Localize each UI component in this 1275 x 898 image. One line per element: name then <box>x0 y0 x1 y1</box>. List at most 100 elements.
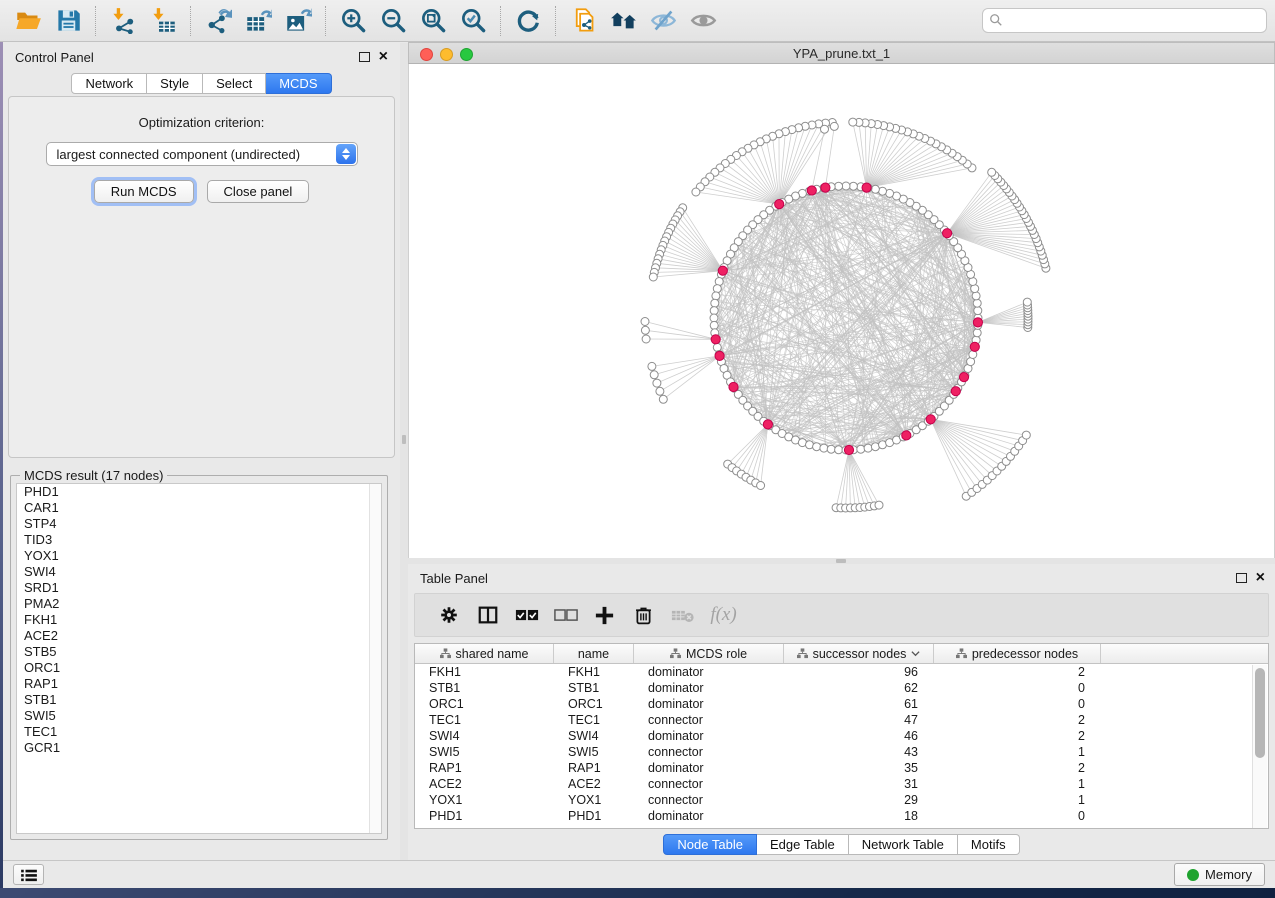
mcds-list-scrollbar[interactable] <box>369 484 381 833</box>
memory-button[interactable]: Memory <box>1174 863 1265 886</box>
table-cell-mcds-role[interactable]: dominator <box>634 760 784 776</box>
column-header-mcds-role[interactable]: MCDS role <box>634 644 784 663</box>
mcds-result-item[interactable]: RAP1 <box>17 676 381 692</box>
table-row[interactable]: STB1STB1dominator620 <box>415 680 1268 696</box>
hide-selected-button[interactable] <box>643 3 683 39</box>
first-neighbors-button[interactable] <box>603 3 643 39</box>
mcds-result-item[interactable]: STB1 <box>17 692 381 708</box>
table-cell-successor-nodes[interactable]: 96 <box>784 664 934 680</box>
mcds-result-item[interactable]: YOX1 <box>17 548 381 564</box>
table-cell-mcds-role[interactable]: dominator <box>634 696 784 712</box>
table-cell-shared-name[interactable]: TEC1 <box>415 712 554 728</box>
table-cell-predecessor-nodes[interactable]: 1 <box>934 744 1101 760</box>
tab-edge-table[interactable]: Edge Table <box>757 834 849 855</box>
graph-node[interactable] <box>973 299 981 307</box>
graph-hub-node[interactable] <box>711 335 720 344</box>
table-cell-mcds-role[interactable]: connector <box>634 776 784 792</box>
graph-node[interactable] <box>711 299 719 307</box>
window-zoom-traffic-light[interactable] <box>460 48 473 61</box>
column-header-successor-nodes[interactable]: successor nodes <box>784 644 934 663</box>
column-header-shared-name[interactable]: shared name <box>415 644 554 663</box>
zoom-in-button[interactable] <box>333 3 373 39</box>
table-row[interactable]: PHD1PHD1dominator180 <box>415 808 1268 824</box>
graph-node[interactable] <box>820 444 828 452</box>
table-cell-name[interactable]: ORC1 <box>554 696 634 712</box>
graph-leaf-node[interactable] <box>692 188 700 196</box>
graph-node[interactable] <box>864 444 872 452</box>
mcds-result-item[interactable]: TEC1 <box>17 724 381 740</box>
graph-node[interactable] <box>712 292 720 300</box>
table-cell-predecessor-nodes[interactable]: 1 <box>934 792 1101 808</box>
table-cell-mcds-role[interactable]: dominator <box>634 680 784 696</box>
graph-hub-node[interactable] <box>763 420 772 429</box>
run-mcds-button[interactable]: Run MCDS <box>94 180 194 203</box>
graph-leaf-node[interactable] <box>650 371 658 379</box>
graph-node[interactable] <box>974 307 982 315</box>
copy-network-button[interactable] <box>563 3 603 39</box>
graph-leaf-node[interactable] <box>830 122 838 130</box>
table-cell-shared-name[interactable]: STB1 <box>415 680 554 696</box>
table-cell-shared-name[interactable]: ACE2 <box>415 776 554 792</box>
open-file-button[interactable] <box>8 3 48 39</box>
zoom-selected-button[interactable] <box>453 3 493 39</box>
mcds-result-item[interactable]: STP4 <box>17 516 381 532</box>
tab-network-table[interactable]: Network Table <box>849 834 958 855</box>
table-cell-successor-nodes[interactable]: 31 <box>784 776 934 792</box>
network-window-titlebar[interactable]: YPA_prune.txt_1 <box>408 42 1275 64</box>
float-panel-icon[interactable] <box>1236 573 1247 583</box>
mcds-result-list[interactable]: PHD1CAR1STP4TID3YOX1SWI4SRD1PMA2FKH1ACE2… <box>16 483 382 834</box>
export-image-button[interactable] <box>278 3 318 39</box>
mcds-result-item[interactable]: PMA2 <box>17 596 381 612</box>
table-cell-shared-name[interactable]: SWI5 <box>415 744 554 760</box>
graph-hub-node[interactable] <box>718 266 727 275</box>
table-scrollbar-thumb[interactable] <box>1255 668 1265 758</box>
refresh-button[interactable] <box>508 3 548 39</box>
table-cell-predecessor-nodes[interactable]: 2 <box>934 728 1101 744</box>
task-history-button[interactable] <box>13 864 44 885</box>
graph-hub-node[interactable] <box>729 382 738 391</box>
table-cell-successor-nodes[interactable]: 35 <box>784 760 934 776</box>
graph-leaf-node[interactable] <box>642 335 650 343</box>
graph-node[interactable] <box>713 285 721 293</box>
table-cell-predecessor-nodes[interactable]: 0 <box>934 680 1101 696</box>
table-cell-predecessor-nodes[interactable]: 0 <box>934 696 1101 712</box>
graph-node[interactable] <box>710 321 718 329</box>
show-all-button[interactable] <box>683 3 723 39</box>
window-minimize-traffic-light[interactable] <box>440 48 453 61</box>
mcds-result-item[interactable]: ORC1 <box>17 660 381 676</box>
mcds-result-item[interactable]: ACE2 <box>17 628 381 644</box>
graph-leaf-node[interactable] <box>988 168 996 176</box>
table-cell-mcds-role[interactable]: dominator <box>634 664 784 680</box>
table-row[interactable]: YOX1YOX1connector291 <box>415 792 1268 808</box>
mcds-result-item[interactable]: CAR1 <box>17 500 381 516</box>
graph-leaf-node[interactable] <box>649 273 657 281</box>
mcds-result-item[interactable]: STB5 <box>17 644 381 660</box>
table-cell-name[interactable]: STB1 <box>554 680 634 696</box>
table-row[interactable]: ORC1ORC1dominator610 <box>415 696 1268 712</box>
graph-leaf-node[interactable] <box>659 395 667 403</box>
graph-hub-node[interactable] <box>715 351 724 360</box>
table-cell-name[interactable]: FKH1 <box>554 664 634 680</box>
close-panel-icon[interactable]: × <box>1256 573 1265 583</box>
graph-node[interactable] <box>871 185 879 193</box>
table-cell-mcds-role[interactable]: dominator <box>634 728 784 744</box>
graph-leaf-node[interactable] <box>1023 298 1031 306</box>
table-scrollbar[interactable] <box>1252 665 1267 828</box>
zoom-fit-button[interactable] <box>413 3 453 39</box>
save-session-button[interactable] <box>48 3 88 39</box>
graph-hub-node[interactable] <box>844 445 853 454</box>
mcds-result-item[interactable]: FKH1 <box>17 612 381 628</box>
graph-node[interactable] <box>849 182 857 190</box>
column-layout-button[interactable] <box>468 598 507 632</box>
tab-style[interactable]: Style <box>147 73 203 94</box>
table-cell-predecessor-nodes[interactable]: 2 <box>934 712 1101 728</box>
table-cell-successor-nodes[interactable]: 47 <box>784 712 934 728</box>
table-cell-name[interactable]: YOX1 <box>554 792 634 808</box>
tab-mcds[interactable]: MCDS <box>266 73 331 94</box>
table-cell-name[interactable]: SWI4 <box>554 728 634 744</box>
mcds-result-item[interactable]: SWI5 <box>17 708 381 724</box>
graph-leaf-node[interactable] <box>653 379 661 387</box>
optimization-criterion-select[interactable]: largest connected component (undirected) <box>46 142 358 166</box>
graph-hub-node[interactable] <box>973 318 982 327</box>
graph-hub-node[interactable] <box>943 229 952 238</box>
